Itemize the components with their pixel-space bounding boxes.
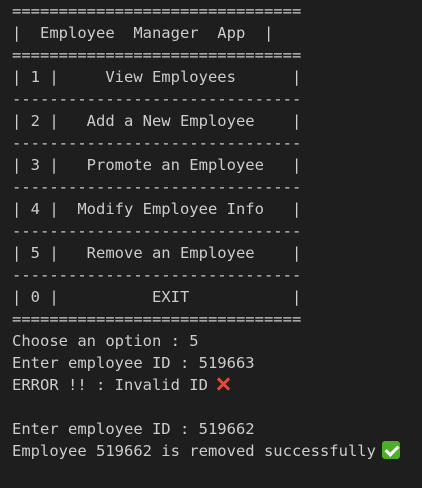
error-message-line: ERROR !! : Invalid ID <box>12 374 422 396</box>
menu-title: | Employee Manager App | <box>12 24 274 42</box>
menu-border-bottom: =============================== <box>12 310 302 328</box>
check-mark-icon <box>381 441 400 459</box>
menu-separator: ------------------------------- <box>12 178 302 196</box>
menu-item-remove-employee: | 5 | Remove an Employee | <box>12 244 302 262</box>
cross-mark-icon <box>214 375 232 393</box>
enter-id-prompt-second: Enter employee ID : 519662 <box>12 420 255 438</box>
success-message-line: Employee 519662 is removed successfully <box>12 440 422 462</box>
success-message: Employee 519662 is removed successfully <box>12 442 376 460</box>
menu-item-modify-employee: | 4 | Modify Employee Info | <box>12 200 302 218</box>
menu-item-view-employees: | 1 | View Employees | <box>12 68 302 86</box>
menu-item-exit: | 0 | EXIT | <box>12 288 302 306</box>
error-message: ERROR !! : Invalid ID <box>12 376 208 394</box>
menu-separator: ------------------------------- <box>12 134 302 152</box>
menu-border-top: =============================== <box>12 2 302 20</box>
menu-separator: ------------------------------- <box>12 266 302 284</box>
menu-separator: ------------------------------- <box>12 222 302 240</box>
menu-separator: ------------------------------- <box>12 90 302 108</box>
menu-item-add-employee: | 2 | Add a New Employee | <box>12 112 302 130</box>
menu-item-promote-employee: | 3 | Promote an Employee | <box>12 156 302 174</box>
terminal-output: =============================== | Employ… <box>0 0 422 488</box>
menu-border-title: =============================== <box>12 46 302 64</box>
enter-id-prompt-first: Enter employee ID : 519663 <box>12 354 255 372</box>
choose-option-prompt: Choose an option : 5 <box>12 332 199 350</box>
